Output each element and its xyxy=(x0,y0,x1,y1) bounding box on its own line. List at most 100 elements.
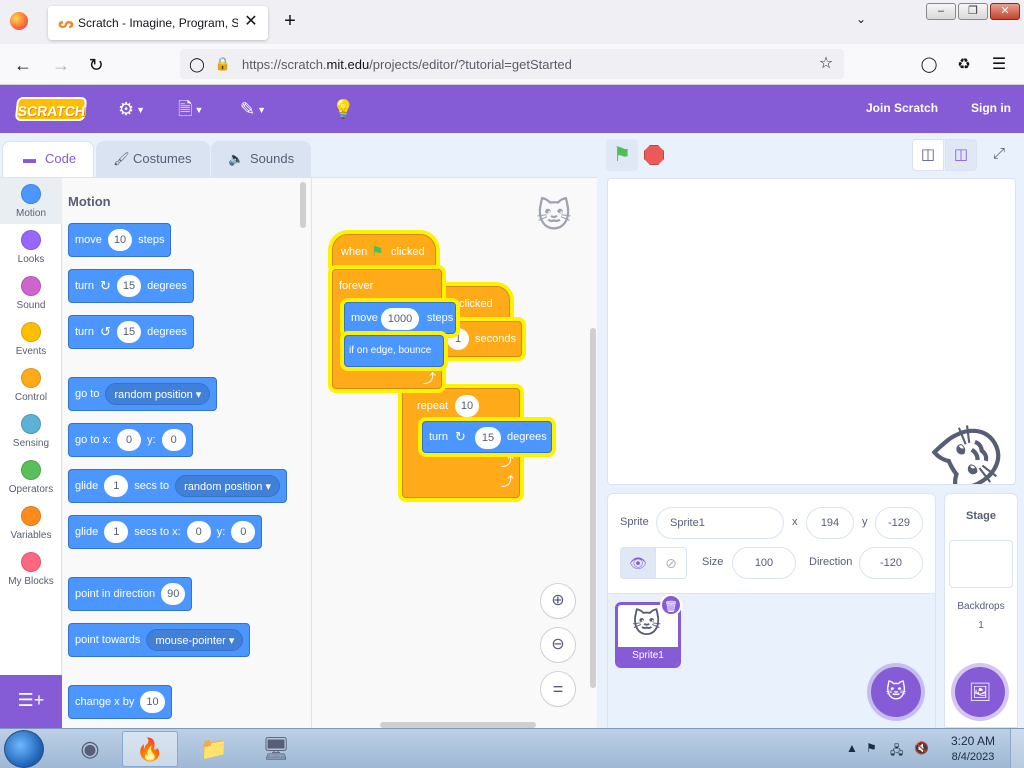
network-icon[interactable]: 🖧 xyxy=(890,741,903,762)
degrees-input[interactable]: 15 xyxy=(116,321,142,343)
secs-input[interactable]: 1 xyxy=(104,475,129,497)
move-steps-input[interactable]: 1000 xyxy=(381,308,419,330)
category-motion[interactable]: Motion xyxy=(0,178,62,224)
hamburger-menu-icon[interactable]: ☰ xyxy=(988,54,1010,76)
category-sensing[interactable]: Sensing xyxy=(0,408,62,454)
action-center-flag-icon[interactable]: ⚑ xyxy=(866,741,877,755)
stage-selector-pane[interactable]: Stage Backdrops 1 🖼 xyxy=(944,493,1018,728)
bookmark-star-icon[interactable]: ☆ xyxy=(816,54,836,74)
url-bar[interactable]: ◯ 🔒 https://scratch.mit.edu/projects/edi… xyxy=(180,49,844,79)
back-arrow-icon[interactable]: ← xyxy=(12,54,34,76)
add-extension-button[interactable]: ☰+ xyxy=(0,675,62,728)
delete-sprite-trash-icon[interactable]: 🗑 xyxy=(660,594,682,616)
large-stage-button[interactable]: ◫ xyxy=(945,139,977,171)
sign-in-link[interactable]: Sign in xyxy=(971,101,1011,115)
block-turn-right[interactable]: turn ↻ 15 degrees xyxy=(68,269,194,303)
direction-field[interactable]: -120 xyxy=(859,547,923,579)
secs-input[interactable]: 1 xyxy=(104,521,129,543)
x-change-input[interactable]: 10 xyxy=(140,691,165,713)
volume-muted-icon[interactable]: 🔇 xyxy=(914,741,929,755)
tracking-shield-icon[interactable]: ◯ xyxy=(188,54,206,74)
control-panel-taskbar-icon[interactable]: 🖥 xyxy=(248,731,304,767)
y-position-field[interactable]: -129 xyxy=(875,507,923,539)
script1-move-block[interactable]: move 1000 steps xyxy=(344,302,456,334)
block-point-towards[interactable]: point towards mouse-pointer ▾ xyxy=(68,623,251,657)
small-stage-button[interactable]: ◫ xyxy=(912,139,944,171)
chrome-taskbar-icon[interactable]: ◉ xyxy=(62,731,118,767)
window-minimize-button[interactable]: – xyxy=(926,3,956,20)
reload-icon[interactable]: ↻ xyxy=(85,54,107,76)
block-go-to-xy[interactable]: go to x: 0 y: 0 xyxy=(68,423,193,457)
clock-time[interactable]: 3:20 AM xyxy=(950,734,996,748)
scratch-logo[interactable]: SCRATCH xyxy=(14,97,88,121)
green-flag-button[interactable]: ⚑ xyxy=(606,139,638,171)
category-looks[interactable]: Looks xyxy=(0,224,62,270)
script1-bounce-block[interactable]: if on edge, bounce xyxy=(344,335,444,367)
file-explorer-taskbar-icon[interactable]: 📁 xyxy=(186,731,242,767)
steps-input[interactable]: 10 xyxy=(107,229,133,251)
direction-input[interactable]: 90 xyxy=(161,583,186,605)
block-glide-to[interactable]: glide 1 secs to random position ▾ xyxy=(68,469,287,503)
fullscreen-icon[interactable]: ⤢ xyxy=(983,139,1015,171)
settings-gear-icon[interactable]: ⚙ ▼ xyxy=(118,97,145,121)
hide-sprite-eye-icon[interactable]: ⊘ xyxy=(655,547,687,579)
clock-date[interactable]: 8/4/2023 xyxy=(948,751,998,763)
stage-thumbnail[interactable] xyxy=(949,540,1013,588)
script-vertical-scrollbar[interactable] xyxy=(590,328,596,688)
firefox-taskbar-icon[interactable]: 🔥 xyxy=(122,731,178,767)
join-scratch-link[interactable]: Join Scratch xyxy=(866,101,938,115)
choose-backdrop-button[interactable]: 🖼 xyxy=(955,667,1005,717)
window-close-button[interactable]: ✕ xyxy=(990,3,1020,20)
zoom-in-button[interactable]: ⊕ xyxy=(540,583,576,619)
block-glide-to-xy[interactable]: glide 1 secs to x: 0 y: 0 xyxy=(68,515,263,549)
window-maximize-button[interactable]: ❐ xyxy=(958,3,988,20)
pocket-icon[interactable]: ◯ xyxy=(918,54,940,76)
new-tab-button[interactable]: + xyxy=(280,10,300,32)
script2-turn-block[interactable]: turn ↻ 15 degrees xyxy=(422,421,552,453)
target-dropdown[interactable]: mouse-pointer ▾ xyxy=(146,629,244,651)
block-move-steps[interactable]: move 10 steps xyxy=(68,223,172,257)
forward-arrow-icon[interactable]: → xyxy=(50,54,72,76)
category-my-blocks[interactable]: My Blocks xyxy=(0,546,62,592)
tutorials-lightbulb-icon[interactable]: 💡 xyxy=(332,97,354,121)
category-events[interactable]: Events xyxy=(0,316,62,362)
show-desktop-button[interactable] xyxy=(1010,729,1024,768)
category-sound[interactable]: Sound xyxy=(0,270,62,316)
block-turn-left[interactable]: turn ↺ 15 degrees xyxy=(68,315,194,349)
repeat-count-input[interactable]: 10 xyxy=(455,395,479,417)
tray-expand-icon[interactable]: ▲ xyxy=(846,741,858,755)
stop-button[interactable] xyxy=(644,145,664,165)
choose-sprite-button[interactable]: 🐱 xyxy=(871,667,921,717)
size-field[interactable]: 100 xyxy=(732,547,796,579)
cat-sprite-icon[interactable]: 🐱 xyxy=(913,375,1015,484)
tab-close-icon[interactable]: ✕ xyxy=(242,13,260,31)
list-all-tabs-icon[interactable]: ⌄ xyxy=(856,12,872,28)
start-button-icon[interactable] xyxy=(4,730,44,768)
block-point-in-direction[interactable]: point in direction 90 xyxy=(68,577,193,611)
block-change-x[interactable]: change x by 10 xyxy=(68,685,172,719)
edit-pencil-icon[interactable]: ✎ ▼ xyxy=(240,97,266,121)
y-input[interactable]: 0 xyxy=(161,429,186,451)
stage-canvas[interactable]: 🐱 xyxy=(607,178,1016,485)
x-input[interactable]: 0 xyxy=(117,429,142,451)
script-area[interactable]: 🐱 clicked 1 seconds repeat 10 ⤴ ⤴ turn ↻… xyxy=(311,177,597,728)
script1-when-flag-clicked-block[interactable]: when ⚑ clicked xyxy=(332,234,436,270)
firefox-view-icon[interactable] xyxy=(10,12,28,30)
x-position-field[interactable]: 194 xyxy=(806,507,854,539)
target-dropdown[interactable]: random position ▾ xyxy=(175,475,280,497)
browser-tab-scratch[interactable]: ᔕ Scratch - Imagine, Program, Share ✕ xyxy=(48,6,268,40)
zoom-reset-button[interactable]: = xyxy=(540,671,576,707)
file-menu-icon[interactable]: 🗎 ▼ xyxy=(178,97,203,121)
extensions-icon[interactable]: ♻ xyxy=(953,54,975,76)
turn-degrees-input[interactable]: 15 xyxy=(475,427,501,449)
sprite-name-field[interactable]: Sprite1 xyxy=(656,507,784,539)
url-text[interactable]: https://scratch.mit.edu/projects/editor/… xyxy=(242,57,572,72)
tab-costumes[interactable]: 🖌 Costumes xyxy=(96,141,210,177)
block-go-to[interactable]: go to random position ▾ xyxy=(68,377,218,411)
category-variables[interactable]: Variables xyxy=(0,500,62,546)
show-sprite-eye-icon[interactable]: 👁 xyxy=(620,547,656,579)
category-control[interactable]: Control xyxy=(0,362,62,408)
category-operators[interactable]: Operators xyxy=(0,454,62,500)
tab-sounds[interactable]: 🔈 Sounds xyxy=(211,141,311,177)
target-dropdown[interactable]: random position ▾ xyxy=(105,383,211,405)
